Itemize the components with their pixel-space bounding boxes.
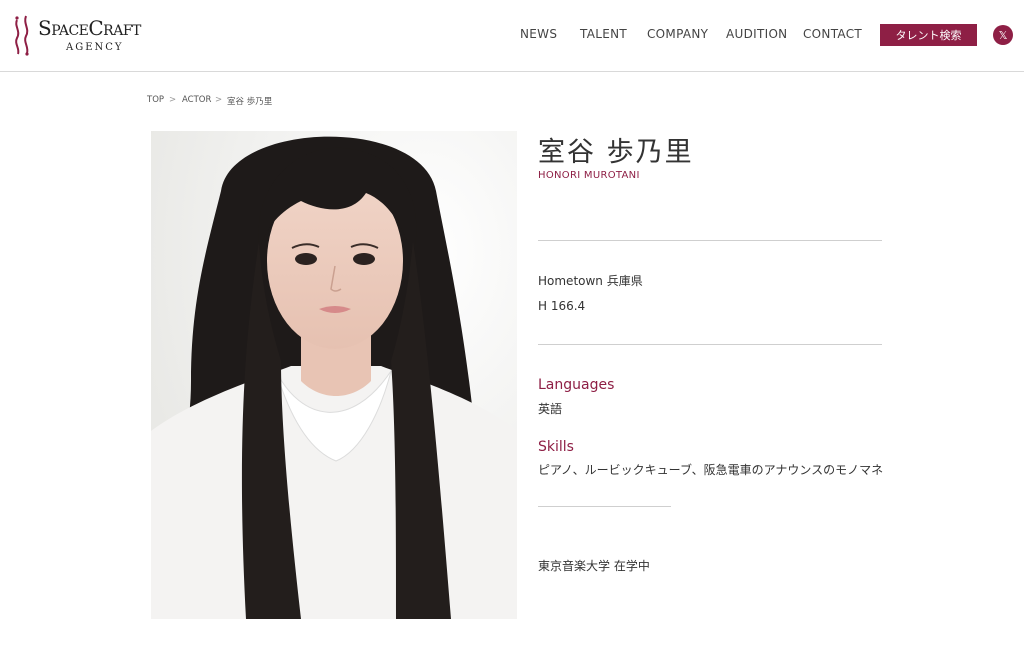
breadcrumb-chevron-icon: > bbox=[215, 95, 223, 105]
skills-value: ピアノ、ルービックキューブ、阪急電車のアナウンスのモノマネ bbox=[538, 463, 884, 477]
talent-search-label: タレント検索 bbox=[895, 29, 962, 42]
languages-title: Languages bbox=[538, 377, 615, 393]
site-header: SpaceCraft AGENCY NEWS TALENT COMPANY AU… bbox=[0, 0, 1024, 72]
talent-name-ja: 室谷 歩乃里 bbox=[538, 137, 694, 168]
logo-subtitle: AGENCY bbox=[66, 42, 124, 53]
x-logo-icon: 𝕏 bbox=[998, 28, 1008, 42]
nav-audition[interactable]: AUDITION bbox=[726, 27, 787, 43]
breadcrumb-actor[interactable]: ACTOR bbox=[182, 95, 211, 105]
nav-news[interactable]: NEWS bbox=[520, 27, 557, 43]
hometown-value: 兵庫県 bbox=[606, 274, 643, 288]
talent-name-en: HONORI MUROTANI bbox=[538, 170, 640, 181]
profile-photo bbox=[151, 131, 517, 619]
logo-wordmark: SpaceCraft bbox=[38, 16, 141, 40]
hometown-label: Hometown bbox=[538, 274, 603, 288]
languages-value: 英語 bbox=[538, 402, 563, 416]
divider bbox=[538, 506, 671, 507]
talent-search-button[interactable]: タレント検索 bbox=[880, 24, 977, 46]
skills-title: Skills bbox=[538, 439, 574, 455]
divider bbox=[538, 344, 882, 345]
hometown-row: Hometown 兵庫県 bbox=[538, 272, 643, 289]
site-logo[interactable]: SpaceCraft AGENCY bbox=[12, 14, 144, 58]
height-row: H 166.4 bbox=[538, 299, 586, 313]
divider bbox=[538, 240, 882, 241]
education-note: 東京音楽大学 在学中 bbox=[538, 559, 650, 573]
breadcrumb-chevron-icon: > bbox=[169, 95, 177, 105]
nav-talent[interactable]: TALENT bbox=[580, 27, 627, 43]
logo-mark-icon bbox=[15, 15, 29, 56]
nav-company[interactable]: COMPANY bbox=[647, 27, 708, 43]
x-social-button[interactable]: 𝕏 bbox=[993, 25, 1013, 45]
nav-contact[interactable]: CONTACT bbox=[803, 27, 862, 43]
portrait-illustration bbox=[151, 131, 517, 619]
breadcrumb-top[interactable]: TOP bbox=[147, 95, 164, 105]
breadcrumb-current: 室谷 歩乃里 bbox=[227, 97, 273, 107]
